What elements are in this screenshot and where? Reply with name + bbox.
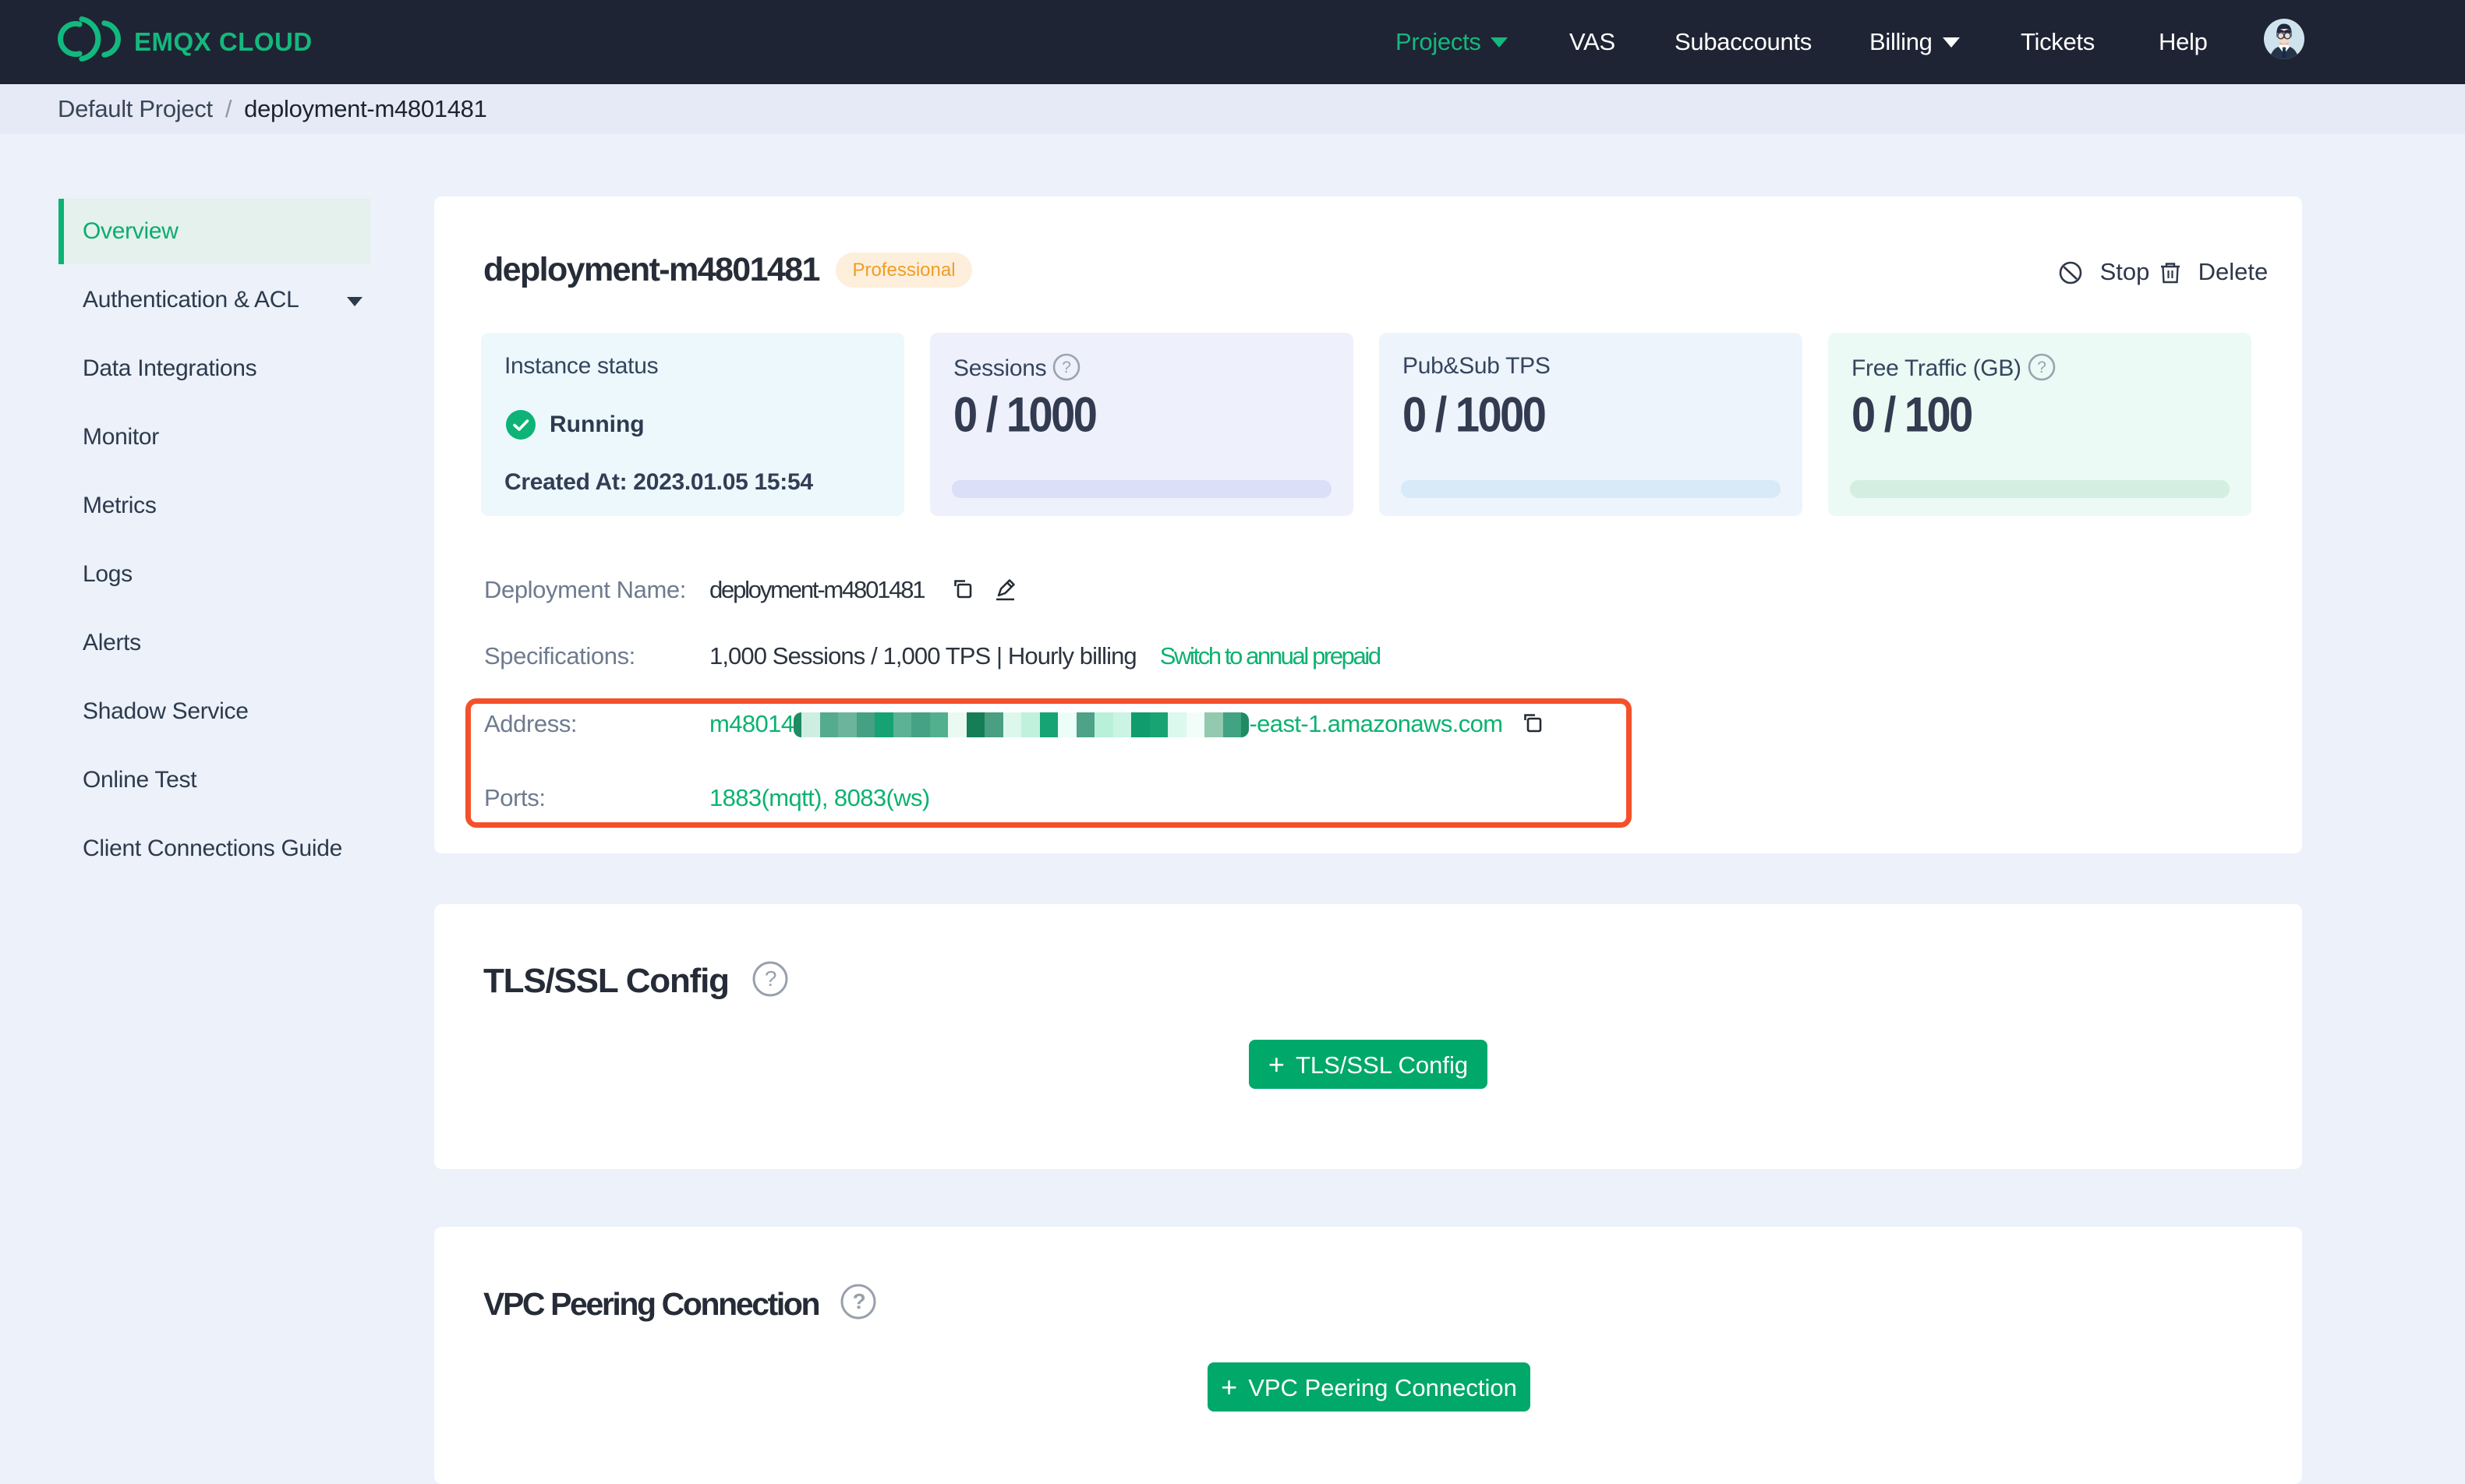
- svg-text:?: ?: [1063, 359, 1071, 376]
- svg-text:?: ?: [2037, 359, 2046, 376]
- svg-text:?: ?: [853, 1289, 865, 1313]
- svg-text:?: ?: [765, 966, 776, 991]
